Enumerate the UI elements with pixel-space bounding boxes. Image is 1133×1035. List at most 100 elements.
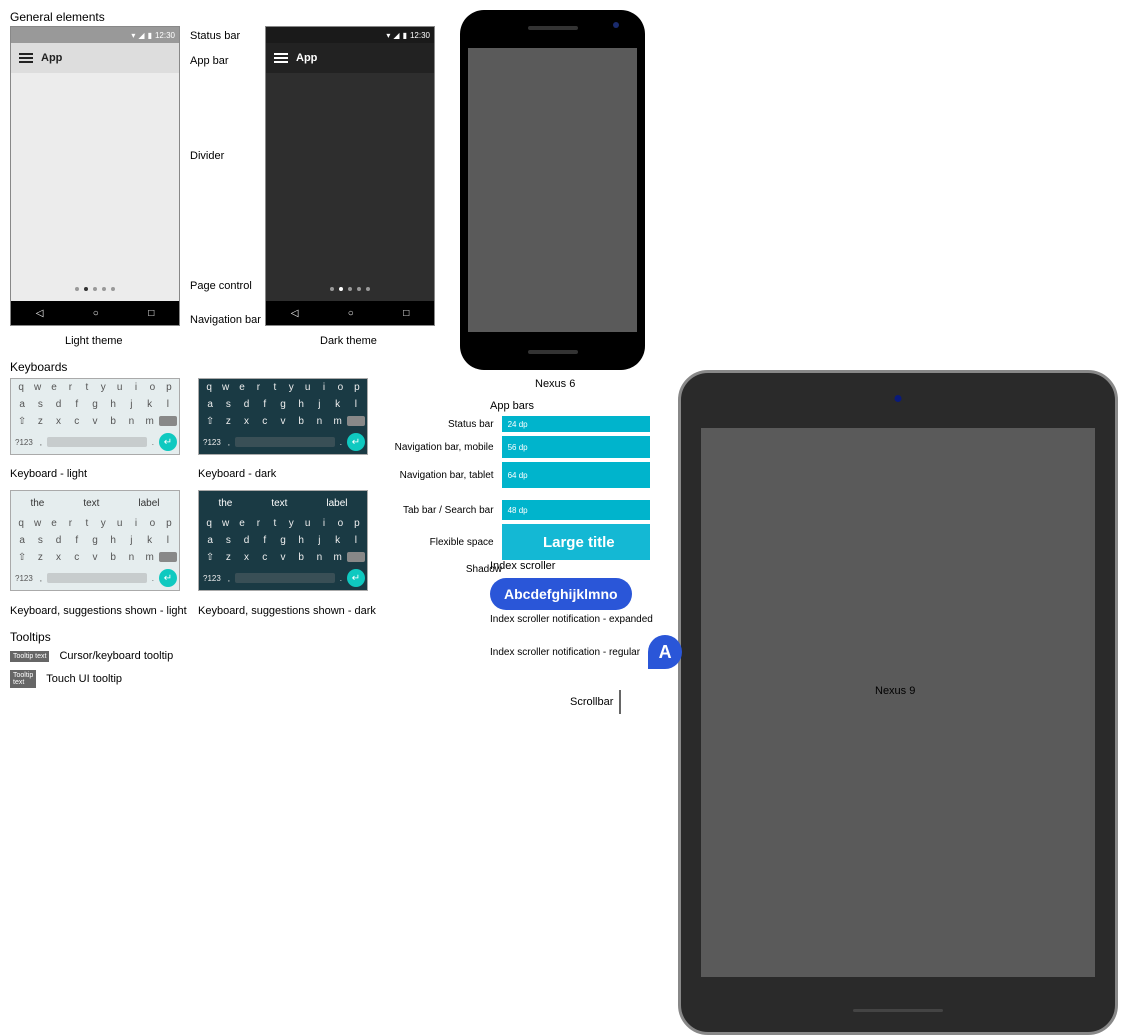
- key-v[interactable]: v: [86, 416, 104, 427]
- key-h[interactable]: h: [104, 535, 122, 546]
- key-f[interactable]: f: [256, 535, 274, 546]
- page-control[interactable]: [75, 287, 115, 291]
- key-o[interactable]: o: [144, 382, 160, 393]
- backspace-key[interactable]: [159, 552, 177, 562]
- key-k[interactable]: k: [141, 535, 159, 546]
- suggestion[interactable]: text: [83, 498, 99, 509]
- period-key[interactable]: .: [338, 574, 344, 583]
- hamburger-icon[interactable]: [19, 57, 33, 59]
- key-c[interactable]: c: [256, 416, 274, 427]
- key-l[interactable]: l: [347, 535, 365, 546]
- symbols-key[interactable]: ?123: [201, 438, 223, 447]
- key-h[interactable]: h: [292, 399, 310, 410]
- key-m[interactable]: m: [141, 416, 159, 427]
- recent-icon[interactable]: □: [403, 308, 409, 319]
- suggestion[interactable]: text: [271, 498, 287, 509]
- key-e[interactable]: e: [234, 518, 250, 529]
- key-b[interactable]: b: [292, 552, 310, 563]
- scrollbar-icon[interactable]: [619, 690, 621, 714]
- key-q[interactable]: q: [201, 518, 217, 529]
- enter-key[interactable]: ↵: [159, 433, 177, 451]
- symbols-key[interactable]: ?123: [13, 574, 35, 583]
- key-k[interactable]: k: [329, 535, 347, 546]
- key-s[interactable]: s: [31, 399, 49, 410]
- key-r[interactable]: r: [62, 382, 78, 393]
- key-k[interactable]: k: [141, 399, 159, 410]
- key-t[interactable]: t: [79, 382, 95, 393]
- hamburger-icon[interactable]: [274, 57, 288, 59]
- key-q[interactable]: q: [13, 382, 29, 393]
- key-a[interactable]: a: [201, 535, 219, 546]
- key-n[interactable]: n: [122, 416, 140, 427]
- key-r[interactable]: r: [250, 518, 266, 529]
- key-n[interactable]: n: [310, 552, 328, 563]
- backspace-key[interactable]: [347, 552, 365, 562]
- key-j[interactable]: j: [310, 399, 328, 410]
- key-o[interactable]: o: [332, 382, 348, 393]
- suggestion[interactable]: the: [218, 498, 232, 509]
- key-s[interactable]: s: [219, 399, 237, 410]
- key-v[interactable]: v: [86, 552, 104, 563]
- backspace-key[interactable]: [347, 416, 365, 426]
- key-q[interactable]: q: [201, 382, 217, 393]
- key-j[interactable]: j: [122, 535, 140, 546]
- key-u[interactable]: u: [299, 382, 315, 393]
- space-key[interactable]: [235, 573, 335, 583]
- key-m[interactable]: m: [141, 552, 159, 563]
- enter-key[interactable]: ↵: [159, 569, 177, 587]
- key-i[interactable]: i: [316, 382, 332, 393]
- keyboard-sugg-dark[interactable]: thetextlabelqwertyuiopasdfghjkl⇧zxcvbnm?…: [198, 490, 368, 591]
- key-c[interactable]: c: [68, 416, 86, 427]
- key-c[interactable]: c: [68, 552, 86, 563]
- home-icon[interactable]: ○: [348, 308, 354, 319]
- key-z[interactable]: z: [219, 552, 237, 563]
- key-r[interactable]: r: [62, 518, 78, 529]
- shift-key[interactable]: ⇧: [13, 552, 31, 563]
- key-q[interactable]: q: [13, 518, 29, 529]
- backspace-key[interactable]: [159, 416, 177, 426]
- key-h[interactable]: h: [292, 535, 310, 546]
- back-icon[interactable]: ◁: [291, 308, 299, 319]
- comma-key[interactable]: ,: [38, 438, 44, 447]
- key-f[interactable]: f: [68, 399, 86, 410]
- shift-key[interactable]: ⇧: [201, 552, 219, 563]
- key-v[interactable]: v: [274, 552, 292, 563]
- key-e[interactable]: e: [46, 382, 62, 393]
- key-p[interactable]: p: [161, 382, 177, 393]
- key-p[interactable]: p: [349, 518, 365, 529]
- key-g[interactable]: g: [274, 399, 292, 410]
- period-key[interactable]: .: [150, 438, 156, 447]
- key-i[interactable]: i: [128, 382, 144, 393]
- key-l[interactable]: l: [347, 399, 365, 410]
- key-v[interactable]: v: [274, 416, 292, 427]
- key-w[interactable]: w: [29, 518, 45, 529]
- key-a[interactable]: a: [201, 399, 219, 410]
- key-o[interactable]: o: [144, 518, 160, 529]
- back-icon[interactable]: ◁: [36, 308, 44, 319]
- keyboard-light[interactable]: qwertyuiopasdfghjkl⇧zxcvbnm?123,.↵: [10, 378, 180, 455]
- key-u[interactable]: u: [299, 518, 315, 529]
- key-w[interactable]: w: [29, 382, 45, 393]
- key-e[interactable]: e: [46, 518, 62, 529]
- key-b[interactable]: b: [292, 416, 310, 427]
- key-t[interactable]: t: [267, 518, 283, 529]
- page-control[interactable]: [330, 287, 370, 291]
- key-x[interactable]: x: [49, 416, 67, 427]
- suggestion[interactable]: the: [30, 498, 44, 509]
- period-key[interactable]: .: [338, 438, 344, 447]
- key-s[interactable]: s: [31, 535, 49, 546]
- enter-key[interactable]: ↵: [347, 569, 365, 587]
- key-s[interactable]: s: [219, 535, 237, 546]
- key-z[interactable]: z: [31, 552, 49, 563]
- key-c[interactable]: c: [256, 552, 274, 563]
- comma-key[interactable]: ,: [226, 574, 232, 583]
- key-h[interactable]: h: [104, 399, 122, 410]
- key-d[interactable]: d: [237, 399, 255, 410]
- key-e[interactable]: e: [234, 382, 250, 393]
- suggestion[interactable]: label: [138, 498, 159, 509]
- key-o[interactable]: o: [332, 518, 348, 529]
- key-n[interactable]: n: [122, 552, 140, 563]
- key-f[interactable]: f: [68, 535, 86, 546]
- key-f[interactable]: f: [256, 399, 274, 410]
- key-b[interactable]: b: [104, 416, 122, 427]
